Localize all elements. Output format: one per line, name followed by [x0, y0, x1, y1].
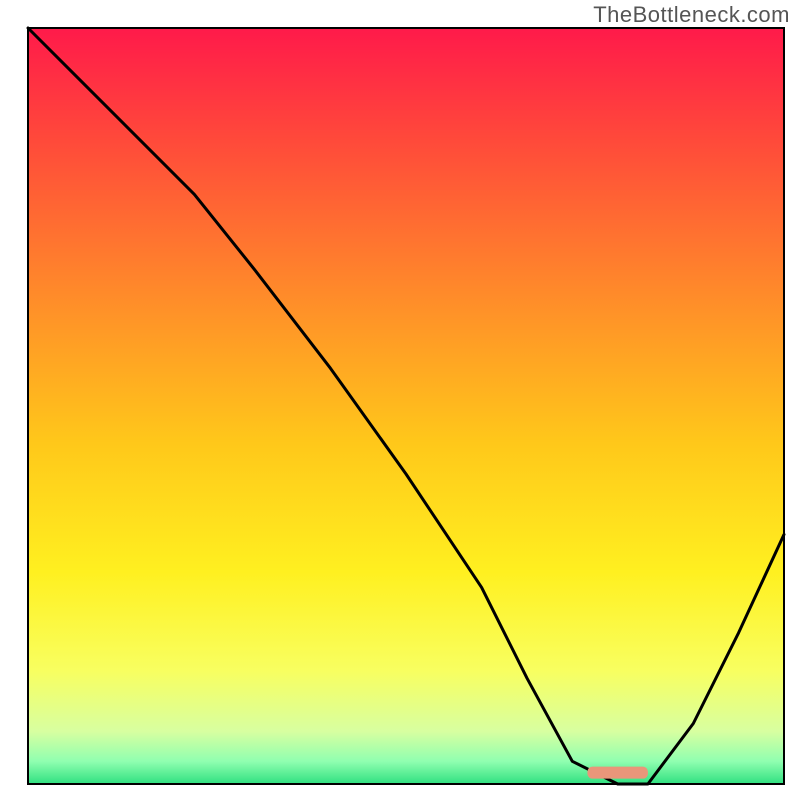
- bottleneck-chart: [0, 0, 800, 800]
- chart-container: TheBottleneck.com: [0, 0, 800, 800]
- watermark-text: TheBottleneck.com: [593, 2, 790, 28]
- optimal-zone-marker: [587, 767, 647, 779]
